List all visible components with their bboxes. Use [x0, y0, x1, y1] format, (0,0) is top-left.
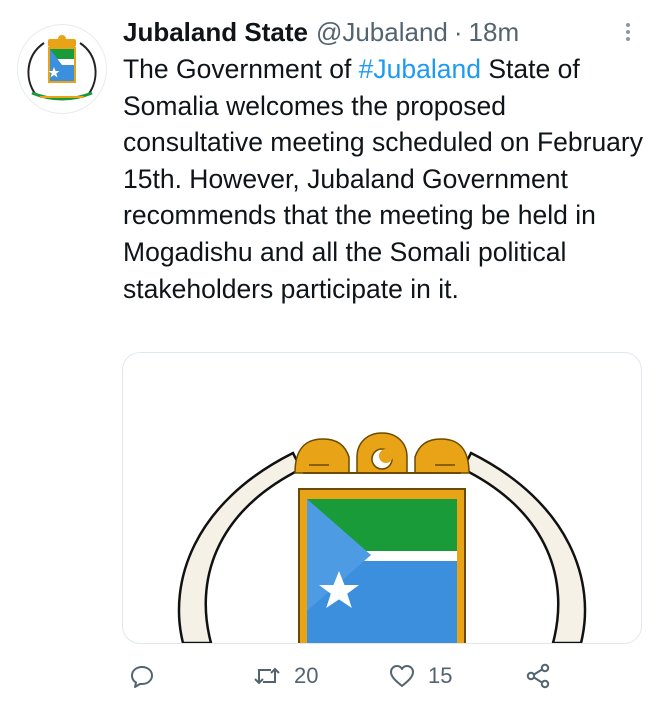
reply-icon — [131, 666, 153, 688]
tweet-text-rest: State of Somalia welcomes the proposed c… — [123, 54, 643, 304]
share-button[interactable] — [524, 658, 552, 694]
like-count: 15 — [428, 663, 453, 688]
avatar[interactable] — [17, 24, 107, 114]
tweet-media[interactable] — [122, 352, 642, 644]
share-icon — [526, 663, 550, 689]
header-separator: · — [453, 16, 463, 47]
tweet-header: Jubaland State @Jubaland · 18m — [123, 14, 519, 50]
timestamp[interactable]: 18m — [469, 17, 520, 48]
more-options-button[interactable] — [614, 18, 642, 46]
hashtag-link[interactable]: #Jubaland — [359, 54, 481, 84]
retweet-button[interactable]: 20 — [252, 658, 318, 694]
reply-button[interactable] — [128, 658, 156, 694]
user-handle[interactable]: @Jubaland — [316, 17, 448, 48]
more-vertical-icon — [626, 23, 630, 41]
retweet-count: 20 — [294, 663, 319, 688]
retweet-icon — [254, 667, 280, 685]
like-button[interactable]: 15 — [388, 658, 452, 694]
tweet-actions: 20 15 — [122, 658, 642, 694]
tweet[interactable]: Jubaland State @Jubaland · 18m The Gover… — [0, 0, 660, 706]
jubaland-emblem-icon — [177, 432, 587, 643]
tweet-text-start: The Government of — [123, 54, 359, 84]
display-name[interactable]: Jubaland State — [123, 17, 308, 48]
tweet-text: The Government of #Jubaland State of Som… — [123, 51, 643, 307]
jubaland-emblem-icon — [27, 35, 97, 101]
heart-icon — [390, 665, 414, 687]
